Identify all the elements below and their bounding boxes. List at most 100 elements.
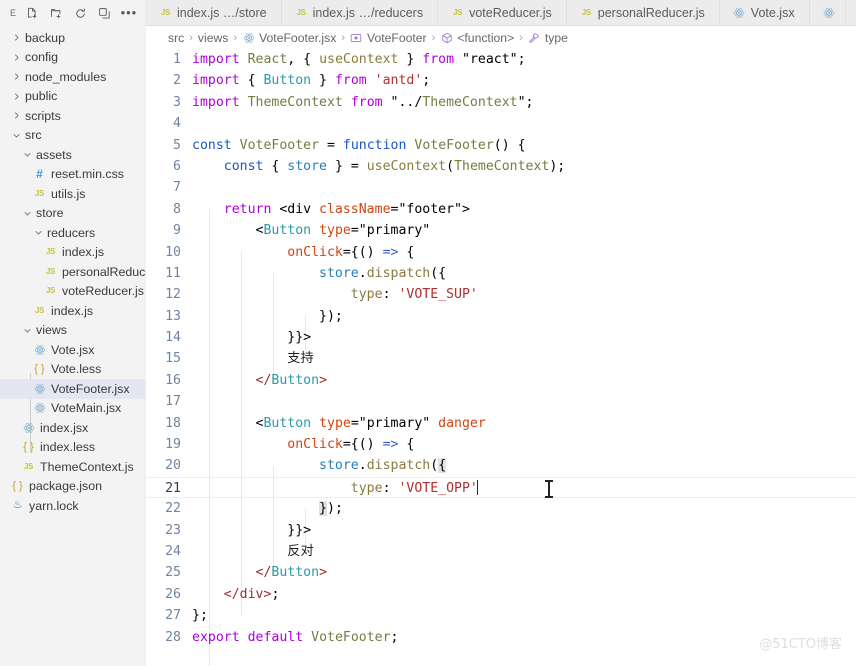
code-line[interactable]: 16 </Button> [146, 370, 856, 391]
tree-file-yarn-lock[interactable]: ♨ yarn.lock [0, 496, 145, 516]
code-line[interactable]: 27}; [146, 605, 856, 626]
code-line[interactable]: 5 const VoteFooter = function VoteFooter(… [146, 135, 856, 156]
chevron-right-icon[interactable] [10, 111, 23, 120]
code-line[interactable]: 28 export default VoteFooter; [146, 627, 856, 648]
code-editor[interactable]: 1 import React, { useContext } from "reac… [146, 49, 856, 666]
chevron-down-icon[interactable] [21, 150, 34, 159]
breadcrumb-item-votefooter-jsx[interactable]: VoteFooter.jsx [242, 31, 336, 45]
line-number: 25 [165, 565, 181, 581]
code-line-text: store.dispatch({ [319, 458, 447, 474]
tree-folder-store[interactable]: store [0, 204, 145, 224]
code-line[interactable]: 24 反对 [146, 541, 856, 562]
code-line[interactable]: 11 store.dispatch({ [146, 263, 856, 284]
tree-file-vote-jsx[interactable]: Vote.jsx [0, 340, 145, 360]
collapse-all-icon[interactable] [97, 6, 112, 21]
chevron-down-icon[interactable] [32, 228, 45, 237]
code-line[interactable]: 22 }); [146, 498, 856, 519]
chevron-right-icon[interactable] [10, 72, 23, 81]
code-line[interactable]: 21 type: 'VOTE_OPP' [146, 476, 856, 499]
new-file-icon[interactable] [25, 6, 40, 21]
line-number: 4 [173, 116, 181, 132]
code-line[interactable]: 9 <Button type="primary" [146, 220, 856, 241]
chevron-right-icon[interactable] [10, 53, 23, 62]
tree-file-index-less[interactable]: { } index.less [0, 438, 145, 458]
code-line[interactable]: 6 const { store } = useContext(ThemeCont… [146, 156, 856, 177]
tree-folder-config[interactable]: config [0, 48, 145, 68]
tree-file-themecontext-js[interactable]: JS ThemeContext.js [0, 457, 145, 477]
code-line[interactable]: 17 [146, 391, 856, 412]
tree-file-reset-min-css[interactable]: # reset.min.css [0, 165, 145, 185]
tree-file-utils-js[interactable]: JS utils.js [0, 184, 145, 204]
tab-votereducer[interactable]: JS voteReducer.js [438, 0, 567, 25]
tree-folder-views[interactable]: views [0, 321, 145, 341]
tree-file-votefooter-jsx[interactable]: VoteFooter.jsx [0, 379, 145, 399]
tree-file-index-jsx[interactable]: index.jsx [0, 418, 145, 438]
explorer-file-tree[interactable]: backup config node_modules public scripts src… [0, 26, 146, 666]
tab-partial-next[interactable] [809, 0, 846, 25]
line-number: 16 [165, 372, 181, 388]
tree-folder-scripts[interactable]: scripts [0, 106, 145, 126]
breadcrumb-separator-icon: › [189, 31, 193, 44]
code-line[interactable]: 3 import ThemeContext from "../ThemeConte… [146, 92, 856, 113]
tree-item-label: index.js [62, 245, 105, 260]
more-actions-icon[interactable]: ••• [121, 6, 137, 21]
code-line[interactable]: 18 <Button type="primary" danger [146, 413, 856, 434]
refresh-icon[interactable] [73, 6, 88, 21]
line-number: 11 [165, 265, 181, 281]
tab-vote-jsx[interactable]: Vote.jsx [719, 0, 810, 25]
tree-folder-backup[interactable]: backup [0, 28, 145, 48]
code-line[interactable]: 2 import { Button } from 'antd'; [146, 70, 856, 91]
chevron-down-icon[interactable] [21, 209, 34, 218]
tree-folder-node-modules[interactable]: node_modules [0, 67, 145, 87]
tab-personalreducer[interactable]: JS personalReducer.js [566, 0, 720, 25]
breadcrumb-separator-icon: › [519, 31, 523, 44]
tree-file-index-js[interactable]: JS index.js [0, 243, 145, 263]
code-line[interactable]: 15 支持 [146, 348, 856, 369]
breadcrumb-item-src[interactable]: src [168, 31, 184, 45]
code-line[interactable]: 26 </div>; [146, 584, 856, 605]
new-folder-icon[interactable] [49, 6, 64, 21]
text-cursor [476, 479, 478, 495]
breadcrumb-item-function[interactable]: <function> [440, 31, 514, 45]
react-icon [823, 6, 836, 19]
code-line[interactable]: 14 }}> [146, 327, 856, 348]
code-line-text: }; [192, 608, 208, 624]
breadcrumb-item-votefooter-symbol[interactable]: VoteFooter [350, 31, 427, 45]
tree-file-votemain-jsx[interactable]: VoteMain.jsx [0, 399, 145, 419]
code-line[interactable]: 8 return <div className="footer"> [146, 199, 856, 220]
tree-file-index-js[interactable]: JS index.js [0, 301, 145, 321]
tree-file-personalreduce[interactable]: JS personalReduce... [0, 262, 145, 282]
breadcrumb-item-type[interactable]: type [528, 31, 568, 45]
code-line[interactable]: 25 </Button> [146, 562, 856, 583]
tree-folder-src[interactable]: src [0, 126, 145, 146]
code-line[interactable]: 10 onClick={() => { [146, 242, 856, 263]
tree-folder-reducers[interactable]: reducers [0, 223, 145, 243]
code-line[interactable]: 1 import React, { useContext } from "reac… [146, 49, 856, 70]
chevron-down-icon[interactable] [10, 131, 23, 140]
code-line[interactable]: 13 }); [146, 306, 856, 327]
tree-file-vote-less[interactable]: { } Vote.less [0, 360, 145, 380]
line-number: 10 [165, 244, 181, 260]
tab-label: index.js …/reducers [312, 5, 424, 20]
js-icon: JS [45, 266, 56, 276]
tab-index-reducers[interactable]: JS index.js …/reducers [281, 0, 439, 25]
tree-file-package-json[interactable]: { } package.json [0, 477, 145, 497]
code-line[interactable]: 19 onClick={() => { [146, 434, 856, 455]
tree-file-votereducer-js[interactable]: JS voteReducer.js [0, 282, 145, 302]
breadcrumb-item-views[interactable]: views [198, 31, 228, 45]
line-number: 9 [173, 223, 181, 239]
tree-folder-assets[interactable]: assets [0, 145, 145, 165]
code-line-text: }); [319, 501, 343, 517]
code-line[interactable]: 23 }}> [146, 520, 856, 541]
code-line[interactable]: 7 [146, 177, 856, 198]
tab-index-store[interactable]: JS index.js …/store [146, 0, 282, 25]
chevron-right-icon[interactable] [10, 92, 23, 101]
code-line-text: 支持 [287, 351, 314, 367]
code-line[interactable]: 20 store.dispatch({ [146, 455, 856, 476]
tree-folder-public[interactable]: public [0, 87, 145, 107]
code-line[interactable]: 4 [146, 113, 856, 134]
code-line[interactable]: 12 type: 'VOTE_SUP' [146, 284, 856, 305]
chevron-down-icon[interactable] [21, 326, 34, 335]
chevron-right-icon[interactable] [10, 33, 23, 42]
